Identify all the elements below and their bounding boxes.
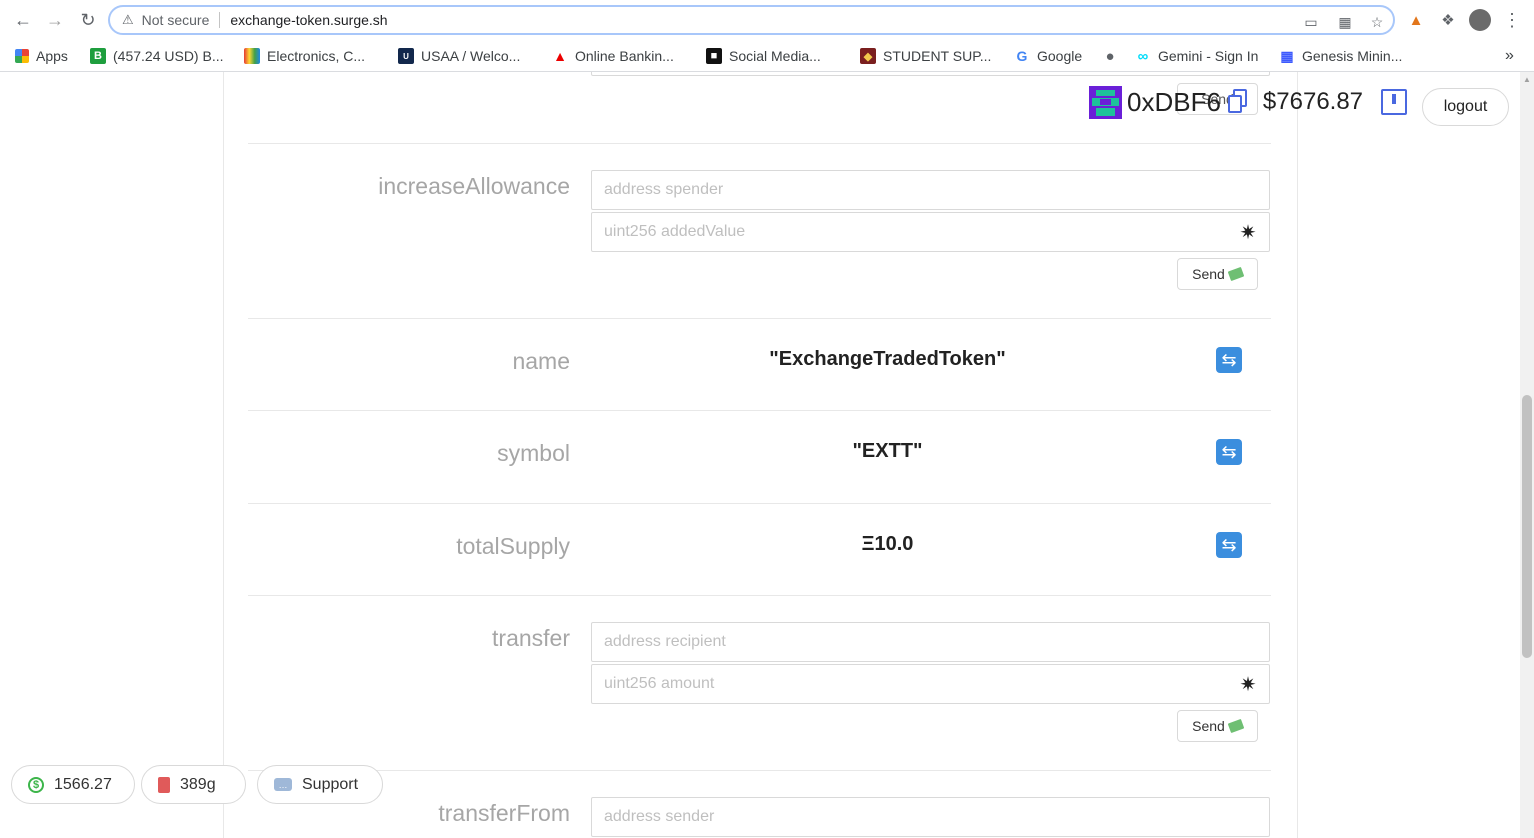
function-label-transfer: transfer	[492, 625, 570, 651]
amount-input[interactable]	[591, 664, 1270, 704]
account-balance: $7676.87	[1262, 88, 1364, 115]
apps-grid-icon	[15, 49, 29, 63]
added-value-input[interactable]	[591, 212, 1270, 252]
refresh-name-icon[interactable]: ⇆	[1216, 347, 1242, 373]
divider	[248, 503, 1271, 504]
fuel-pump-icon	[158, 776, 170, 793]
bookmark-star-icon[interactable]: ☆	[1368, 13, 1386, 31]
multiply-star-icon[interactable]: ✷	[1238, 222, 1258, 244]
menu-kebab-icon[interactable]: ⋮	[1501, 9, 1523, 31]
gas-price-pill[interactable]: 389g	[141, 765, 246, 804]
refresh-total-supply-icon[interactable]: ⇆	[1216, 532, 1242, 558]
extensions-puzzle-icon[interactable]: ❖	[1437, 9, 1459, 31]
function-label-transferFrom: transferFrom	[438, 800, 570, 826]
omnibox-separator	[219, 12, 221, 28]
refresh-symbol-icon[interactable]: ⇆	[1216, 439, 1242, 465]
address-bar[interactable]: ⚠ Not secure exchange-token.surge.sh ▭ ▦…	[108, 5, 1395, 35]
profile-avatar[interactable]	[1469, 9, 1491, 31]
bookmarks-overflow-button[interactable]: »	[1505, 44, 1514, 68]
shopping-bag-icon	[244, 48, 260, 64]
bookmark-b-usd[interactable]: B (457.24 USD) B...	[90, 44, 224, 68]
divider	[248, 143, 1271, 144]
name-value: "ExchangeTradedToken"	[769, 348, 1006, 370]
page-scrollbar[interactable]: ▲	[1520, 72, 1534, 838]
bookmark-gemini[interactable]: ∞ Gemini - Sign In	[1135, 44, 1259, 68]
crest-logo-icon: ◆	[860, 48, 876, 64]
copy-icon[interactable]	[1227, 89, 1249, 115]
multiply-star-icon[interactable]: ✷	[1238, 674, 1258, 696]
google-g-icon: G	[1016, 48, 1028, 64]
bookmark-genesis-mining[interactable]: ▦ Genesis Minin...	[1279, 44, 1402, 68]
bookmark-electronics[interactable]: Electronics, C...	[244, 44, 365, 68]
account-address[interactable]: 0xDBF6	[1127, 87, 1221, 118]
blockie-avatar[interactable]	[1089, 85, 1122, 119]
bookmark-online-banking[interactable]: ▲ Online Bankin...	[552, 44, 674, 68]
shield-logo-icon: ■	[706, 48, 722, 64]
eth-price-pill[interactable]: $ 1566.27	[11, 765, 135, 804]
account-widget: 0xDBF6 $7676.87	[1089, 84, 1408, 120]
scroll-up-arrow-icon[interactable]: ▲	[1520, 72, 1534, 86]
forward-arrow-icon[interactable]: →	[43, 8, 67, 32]
bookmark-apps[interactable]: Apps	[15, 44, 68, 68]
increase-allowance-send-button[interactable]: Send	[1177, 258, 1258, 290]
spender-address-input[interactable]	[591, 170, 1270, 210]
sender-address-input[interactable]	[591, 797, 1270, 837]
symbol-value: "EXTT"	[852, 440, 923, 462]
back-arrow-icon[interactable]: ←	[11, 8, 35, 32]
divider	[248, 595, 1271, 596]
money-icon	[1227, 266, 1245, 282]
dollar-icon: $	[28, 776, 44, 793]
browser-toolbar: ← → ↻ ⚠ Not secure exchange-token.surge.…	[0, 0, 1534, 40]
bookmark-social-media[interactable]: ■ Social Media...	[706, 44, 821, 68]
support-pill[interactable]: … Support	[257, 765, 383, 804]
scrolled-input-remnant[interactable]	[591, 72, 1270, 76]
usaa-logo-icon: U	[398, 48, 414, 64]
bookmark-globe[interactable]: ●	[1102, 44, 1118, 68]
scrollbar-thumb[interactable]	[1522, 395, 1532, 658]
function-label-increaseAllowance: increaseAllowance	[378, 173, 570, 199]
qr-code-icon[interactable]: ▦	[1336, 13, 1354, 31]
total-supply-value: Ξ10.0	[861, 533, 914, 555]
bookmark-google[interactable]: G Google	[1014, 44, 1083, 68]
b-logo-icon: B	[90, 48, 106, 64]
url-text[interactable]: exchange-token.surge.sh	[230, 12, 387, 28]
bookmark-student-support[interactable]: ◆ STUDENT SUP...	[860, 44, 991, 68]
reload-icon[interactable]: ↻	[76, 8, 100, 32]
security-status: Not secure	[141, 12, 210, 28]
divider	[248, 318, 1271, 319]
flame-logo-icon: ▲	[553, 48, 567, 64]
cast-icon[interactable]: ▭	[1302, 13, 1320, 31]
divider	[248, 410, 1271, 411]
wallet-qr-icon[interactable]	[1381, 89, 1408, 115]
logout-button[interactable]: logout	[1422, 88, 1509, 126]
genesis-grid-icon: ▦	[1280, 47, 1294, 64]
page-viewport: Send increaseAllowance ✷ Send name "Exch…	[0, 72, 1520, 838]
warning-icon: ⚠	[122, 12, 134, 27]
function-label-totalSupply: totalSupply	[456, 533, 570, 559]
function-label-symbol: symbol	[497, 440, 570, 466]
globe-icon: ●	[1105, 47, 1115, 65]
function-label-name: name	[512, 348, 570, 374]
speech-bubble-icon: …	[274, 778, 292, 791]
metamask-fox-icon[interactable]: ▲	[1405, 9, 1427, 31]
gemini-logo-icon: ∞	[1137, 47, 1149, 65]
divider	[248, 770, 1271, 771]
transfer-send-button[interactable]: Send	[1177, 710, 1258, 742]
bookmarks-bar: Apps B (457.24 USD) B... Electronics, C.…	[0, 40, 1534, 72]
recipient-address-input[interactable]	[591, 622, 1270, 662]
money-icon	[1227, 718, 1245, 734]
bookmark-usaa[interactable]: U USAA / Welco...	[398, 44, 520, 68]
